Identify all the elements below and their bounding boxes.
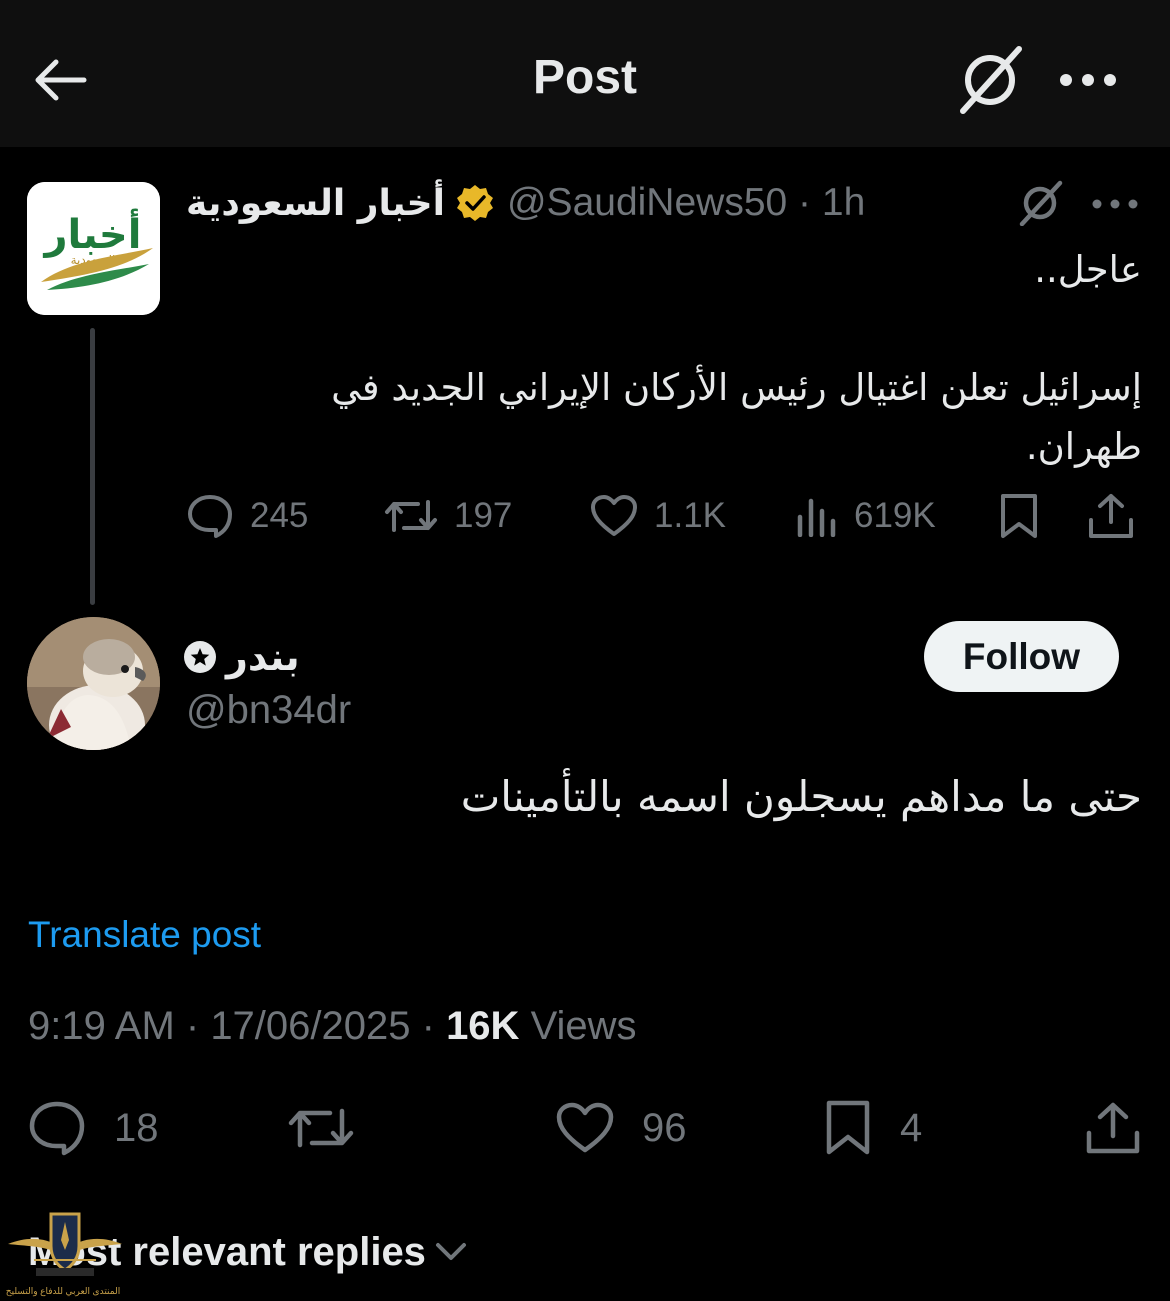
reply-count: 18 <box>114 1105 159 1150</box>
like-count: 96 <box>642 1105 687 1150</box>
reply-count: 245 <box>250 496 309 535</box>
parent-like-button[interactable]: 1.1K <box>590 486 726 546</box>
like-count: 1.1K <box>654 496 726 535</box>
parent-repost-button[interactable]: 197 <box>384 486 512 546</box>
action-bar: 18 96 4 <box>0 1096 1170 1160</box>
grok-icon[interactable] <box>952 44 1028 116</box>
post-time: 9:19 AM <box>28 1004 175 1048</box>
top-bar: Post <box>0 0 1170 147</box>
reply-icon <box>29 1101 85 1156</box>
author-handle[interactable]: @bn34dr <box>186 688 351 733</box>
heart-icon <box>591 495 637 536</box>
thread-connector-line <box>90 328 95 605</box>
reply-icon <box>188 495 232 538</box>
parent-more-options-icon[interactable] <box>1084 184 1146 224</box>
parent-text-line: طهران. <box>1025 425 1142 468</box>
views-label: Views <box>530 1004 637 1048</box>
parent-action-bar: 245 197 1.1K 619K <box>186 486 1146 546</box>
parent-bookmark-button[interactable] <box>998 486 1040 546</box>
parent-text-line: عاجل.. <box>1034 248 1142 291</box>
post-text: حتى ما مداهم يسجلون اسمه بالتأمينات <box>460 772 1142 821</box>
chevron-down-icon <box>435 1243 466 1260</box>
star-badge-icon <box>184 641 216 673</box>
repost-icon <box>288 1108 354 1148</box>
repost-icon <box>385 500 437 532</box>
views-count: 619K <box>854 496 936 535</box>
reply-button[interactable]: 18 <box>28 1096 159 1160</box>
watermark-text: المنتدى العربي للدفاع والتسليح <box>5 1286 121 1296</box>
post-date: 17/06/2025 <box>210 1004 411 1048</box>
bookmark-button[interactable]: 4 <box>824 1096 922 1160</box>
parent-views-button[interactable]: 619K <box>794 486 936 546</box>
parent-post-text: عاجل.. إسرائيل تعلن اغتيال رئيس الأركان … <box>186 240 1142 476</box>
author-display-name[interactable]: بندر <box>226 635 300 679</box>
bookmark-count: 4 <box>900 1105 923 1150</box>
parent-author-row: أخبار السعودية @SaudiNews50 · 1h <box>186 176 865 230</box>
post-meta: 9:19 AM · 17/06/2025 · 16K Views <box>28 1004 637 1048</box>
parent-post-time: 1h <box>821 181 866 224</box>
views-icon <box>797 498 836 537</box>
forum-watermark-logo <box>8 1212 122 1276</box>
like-button[interactable]: 96 <box>556 1096 687 1160</box>
share-icon <box>1089 494 1133 538</box>
post-views-count: 16K <box>446 1004 520 1048</box>
parent-share-button[interactable] <box>1086 486 1136 546</box>
avatar[interactable] <box>27 617 160 750</box>
translate-post-link[interactable]: Translate post <box>28 914 261 956</box>
share-icon <box>1086 1102 1140 1154</box>
repost-button[interactable] <box>288 1096 354 1160</box>
author-row: بندر <box>184 628 300 686</box>
logo-text: أخبار <box>43 208 142 258</box>
bookmark-icon <box>826 1100 870 1155</box>
follow-button[interactable]: Follow <box>924 621 1119 692</box>
heart-icon <box>556 1102 614 1153</box>
parent-text-line: إسرائيل تعلن اغتيال رئيس الأركان الإيران… <box>331 366 1142 409</box>
parent-handle: @SaudiNews50 · 1h <box>506 181 866 224</box>
verified-badge-icon <box>456 185 493 221</box>
repost-count: 197 <box>454 496 513 535</box>
bookmark-icon <box>1001 494 1037 538</box>
parent-display-name[interactable]: أخبار السعودية <box>186 183 445 224</box>
more-options-icon[interactable] <box>1052 50 1124 110</box>
share-button[interactable] <box>1084 1096 1142 1160</box>
grok-icon[interactable] <box>1010 178 1070 228</box>
parent-avatar[interactable]: أخبار السعودية <box>27 182 160 315</box>
parent-reply-button[interactable]: 245 <box>186 486 308 546</box>
